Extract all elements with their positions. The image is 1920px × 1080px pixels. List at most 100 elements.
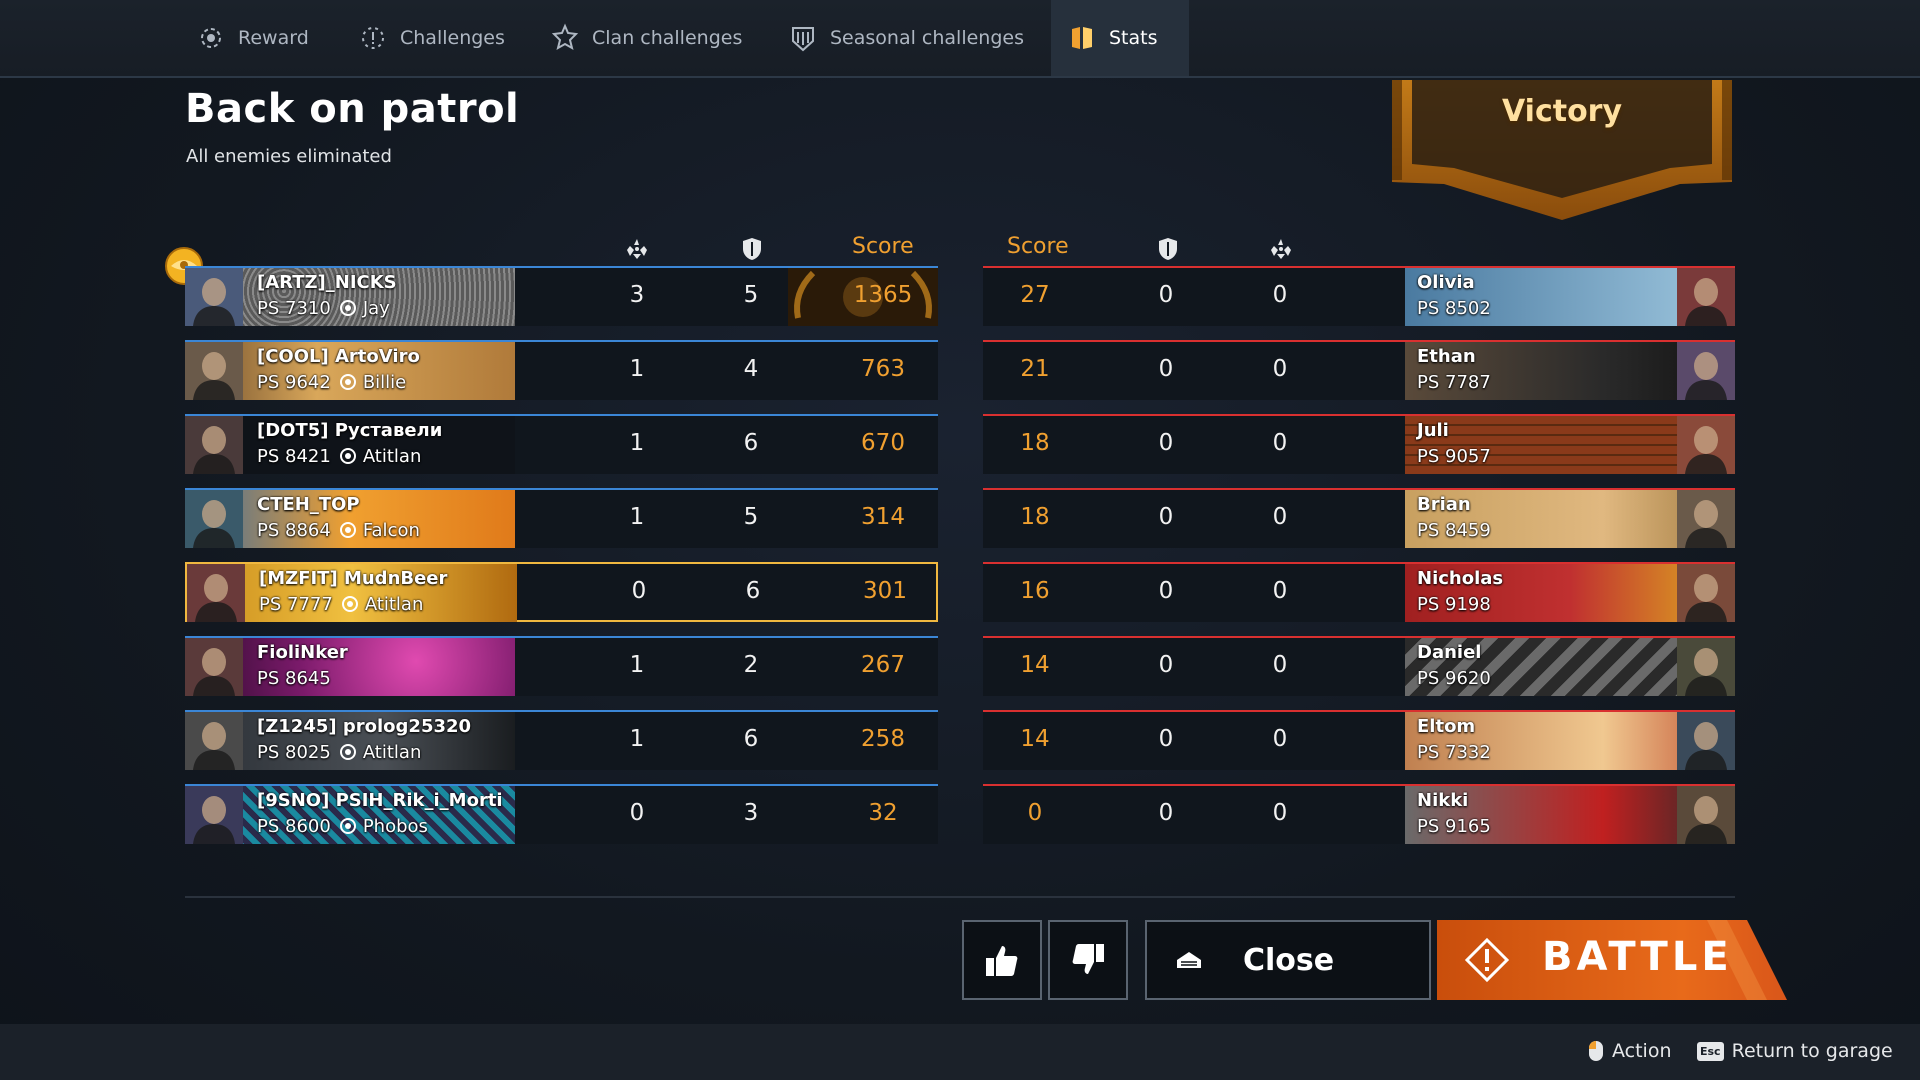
tab-label: Seasonal challenges	[830, 27, 1024, 49]
score-value: 301	[863, 578, 907, 604]
player-nameplate: Brian PS 8459	[1405, 490, 1735, 548]
assists-value: 0	[1158, 282, 1174, 308]
player-name: Brian	[1417, 494, 1471, 515]
player-power-score-line: PS 9198	[1417, 594, 1491, 615]
player-nameplate: Nikki PS 9165	[1405, 786, 1735, 844]
player-row[interactable]: Daniel PS 9620 14 0 0	[983, 636, 1735, 696]
avatar-icon	[185, 786, 243, 844]
avatar-icon	[1677, 416, 1735, 474]
clan-challenges-icon	[550, 23, 580, 53]
score-value: 18	[1020, 504, 1050, 530]
tab-clan-challenges[interactable]: Clan challenges	[550, 0, 742, 76]
player-clan: Jay	[362, 298, 390, 319]
player-nameplate: Olivia PS 8502	[1405, 268, 1735, 326]
crosshair-icon	[339, 300, 356, 316]
player-row[interactable]: [DOT5] Руставели PS 8421 Atitlan 1 6 670	[185, 414, 938, 474]
player-nameplate: Daniel PS 9620	[1405, 638, 1735, 696]
score-header-right: Score	[1007, 234, 1069, 259]
kills-icon	[627, 239, 647, 259]
player-power-score-line: PS 9620	[1417, 668, 1491, 689]
assists-value: 0	[1158, 356, 1174, 382]
kills-value: 1	[629, 356, 645, 382]
gear-icon	[339, 448, 356, 464]
kills-value: 0	[629, 800, 645, 826]
player-nameplate: [MZFIT] MudnBeer PS 7777 Atitlan	[187, 564, 517, 622]
avatar-icon	[1677, 786, 1735, 844]
kills-value: 3	[629, 282, 645, 308]
score-value: 314	[861, 504, 905, 530]
player-row[interactable]: Nikki PS 9165 0 0 0	[983, 784, 1735, 844]
player-row[interactable]: Ethan PS 7787 21 0 0	[983, 340, 1735, 400]
player-row[interactable]: [9SNO] PSIH_Rik_i_Morti PS 8600 Phobos 0 3 32	[185, 784, 938, 844]
player-name: Nicholas	[1417, 568, 1504, 589]
tab-reward[interactable]: Reward	[196, 0, 309, 76]
player-nameplate: [DOT5] Руставели PS 8421 Atitlan	[185, 416, 515, 474]
avatar-icon	[1677, 564, 1735, 622]
score-value: 267	[861, 652, 905, 678]
player-power-score-line: PS 7777 Atitlan	[259, 594, 423, 615]
player-name: Juli	[1417, 420, 1449, 441]
player-nameplate: Nicholas PS 9198	[1405, 564, 1735, 622]
player-clan: Falcon	[362, 520, 420, 541]
thumbs-down-icon	[1072, 944, 1104, 974]
avatar-icon	[1677, 490, 1735, 548]
assists-shield-icon	[743, 238, 761, 260]
page-title: Back on patrol	[185, 86, 520, 132]
tab-stats[interactable]: Stats	[1051, 0, 1189, 76]
close-button[interactable]: Close	[1145, 920, 1431, 1000]
player-row[interactable]: FioliNker PS 8645 1 2 267	[185, 636, 938, 696]
player-power-score: PS 9642	[257, 372, 331, 393]
player-row[interactable]: CTEH_TOP PS 8864 Falcon 1 5 314	[185, 488, 938, 548]
garage-icon	[1177, 952, 1201, 968]
player-row[interactable]: Eltom PS 7332 14 0 0	[983, 710, 1735, 770]
player-power-score-line: PS 9057	[1417, 446, 1491, 467]
player-row[interactable]: [Z1245] prolog25320 PS 8025 Atitlan 1 6 258	[185, 710, 938, 770]
score-value: 763	[861, 356, 905, 382]
player-row[interactable]: [MZFIT] MudnBeer PS 7777 Atitlan 0 6 301	[185, 562, 938, 622]
player-name: CTEH_TOP	[257, 494, 360, 515]
avatar-icon	[185, 490, 243, 548]
player-power-score-line: PS 8600 Phobos	[257, 816, 428, 837]
player-name: Nikki	[1417, 790, 1469, 811]
score-header-left: Score	[852, 234, 914, 259]
player-name: Olivia	[1417, 272, 1475, 293]
tab-challenges[interactable]: Challenges	[358, 0, 505, 76]
assists-value: 0	[1158, 800, 1174, 826]
hint-return-to-garage[interactable]: Esc Return to garage	[1697, 1040, 1893, 1062]
player-row[interactable]: Nicholas PS 9198 16 0 0	[983, 562, 1735, 622]
player-nameplate: FioliNker PS 8645	[185, 638, 515, 696]
player-row[interactable]: Brian PS 8459 18 0 0	[983, 488, 1735, 548]
hint-action[interactable]: Action	[1588, 1040, 1672, 1062]
victory-label: Victory	[1501, 94, 1623, 129]
player-row[interactable]: Juli PS 9057 18 0 0	[983, 414, 1735, 474]
player-clan: Atitlan	[362, 742, 422, 763]
player-row[interactable]: [COOL] ArtoViro PS 9642 Billie 1 4 763	[185, 340, 938, 400]
player-clan: Atitlan	[364, 594, 424, 615]
player-power-score: PS 7777	[259, 594, 333, 615]
player-row[interactable]: Olivia PS 8502 27 0 0	[983, 266, 1735, 326]
score-value: 1365	[853, 282, 913, 308]
tab-seasonal-challenges[interactable]: Seasonal challenges	[788, 0, 1024, 76]
avatar-icon	[1677, 712, 1735, 770]
player-power-score-line: PS 8421 Atitlan	[257, 446, 421, 467]
tab-label: Clan challenges	[592, 27, 743, 49]
kills-value: 1	[629, 652, 645, 678]
avatar-icon	[185, 712, 243, 770]
score-value: 21	[1020, 356, 1050, 382]
tab-label: Reward	[238, 27, 309, 49]
player-power-score: PS 8645	[257, 668, 331, 689]
like-button[interactable]	[962, 920, 1042, 1000]
player-power-score-line: PS 8502	[1417, 298, 1491, 319]
mask-icon	[339, 818, 356, 834]
player-name: [ARTZ]_NICKS	[257, 272, 397, 293]
assists-value: 0	[1158, 726, 1174, 752]
player-row[interactable]: [ARTZ]_NICKS PS 7310 Jay 3 5 1365	[185, 266, 938, 326]
player-power-score: PS 9057	[1417, 446, 1491, 467]
player-nameplate: CTEH_TOP PS 8864 Falcon	[185, 490, 515, 548]
player-power-score: PS 8600	[257, 816, 331, 837]
player-power-score: PS 9620	[1417, 668, 1491, 689]
battle-label: BATTLE	[1542, 934, 1733, 980]
dislike-button[interactable]	[1048, 920, 1128, 1000]
score-value: 14	[1020, 726, 1050, 752]
player-name: Daniel	[1417, 642, 1482, 663]
